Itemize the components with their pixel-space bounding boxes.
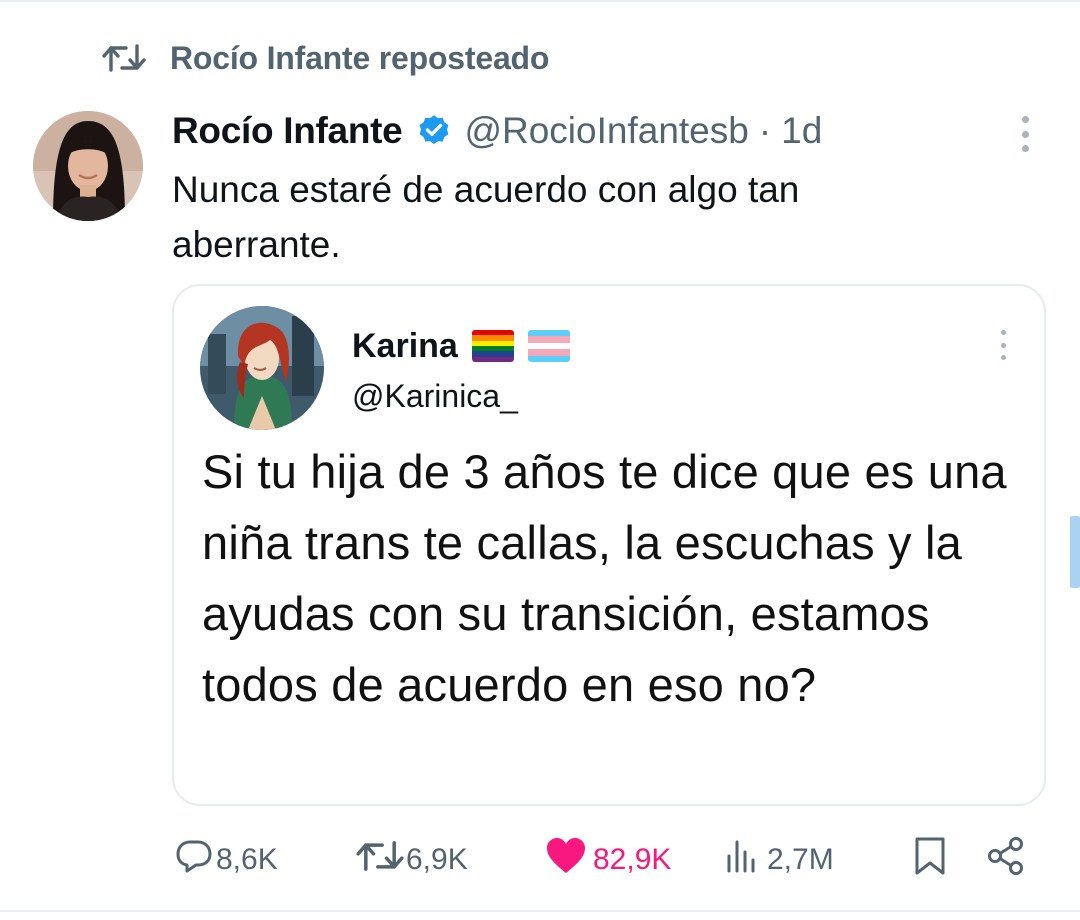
more-icon[interactable] <box>1010 112 1040 156</box>
tweet-text: Nunca estaré de acuerdo con algo tan abe… <box>172 169 800 265</box>
tweet-time[interactable]: 1d <box>781 110 822 152</box>
share-button[interactable] <box>986 830 1026 890</box>
views-count: 2,7M <box>767 843 834 876</box>
reply-button[interactable]: 8,6K <box>174 830 278 890</box>
quoted-author-name[interactable]: Karina <box>352 327 458 366</box>
quoted-tweet-text: Si tu hija de 3 años te dice que es una … <box>202 445 1007 711</box>
scrollbar-thumb[interactable] <box>1070 516 1080 588</box>
quoted-more-icon[interactable] <box>996 330 1010 360</box>
repost-context[interactable]: Rocío Infante reposteado <box>102 38 549 78</box>
share-icon <box>986 836 1026 884</box>
like-count: 82,9K <box>593 843 672 876</box>
tweet-header: Rocío Infante @RocioInfantesb · 1d <box>172 106 822 156</box>
repost-count: 6,9K <box>406 843 468 876</box>
author-avatar[interactable] <box>33 111 143 221</box>
quoted-author-handle[interactable]: @Karinica_ <box>352 378 518 415</box>
quoted-author-avatar[interactable] <box>200 306 324 430</box>
quoted-author-row: Karina <box>352 324 570 368</box>
separator: · <box>758 110 772 151</box>
like-icon <box>545 837 587 883</box>
quoted-tweet[interactable]: Karina @Karinica_ Si tu hija de 3 años t… <box>172 284 1046 806</box>
author-name[interactable]: Rocío Infante <box>172 110 403 152</box>
repost-icon <box>102 41 146 75</box>
repost-button[interactable]: 6,9K <box>356 830 468 890</box>
like-button[interactable]: 82,9K <box>545 830 671 890</box>
rainbow-flag-icon <box>471 330 514 362</box>
views-button[interactable]: 2,7M <box>725 830 834 890</box>
author-handle[interactable]: @RocioInfantesb <box>464 110 748 152</box>
action-bar: 8,6K 6,9K 82,9K 2,7M <box>0 830 1080 890</box>
reply-icon <box>174 836 214 884</box>
reply-count: 8,6K <box>216 843 278 876</box>
views-icon <box>725 838 761 882</box>
bottom-divider <box>0 910 1080 912</box>
bookmark-icon <box>914 836 946 884</box>
transgender-flag-icon <box>527 330 570 362</box>
verified-badge-icon[interactable] <box>416 113 452 149</box>
bookmark-button[interactable] <box>914 830 946 890</box>
top-divider <box>0 0 1080 2</box>
repost-label: Rocío Infante reposteado <box>170 39 550 76</box>
repost-icon <box>356 839 404 881</box>
